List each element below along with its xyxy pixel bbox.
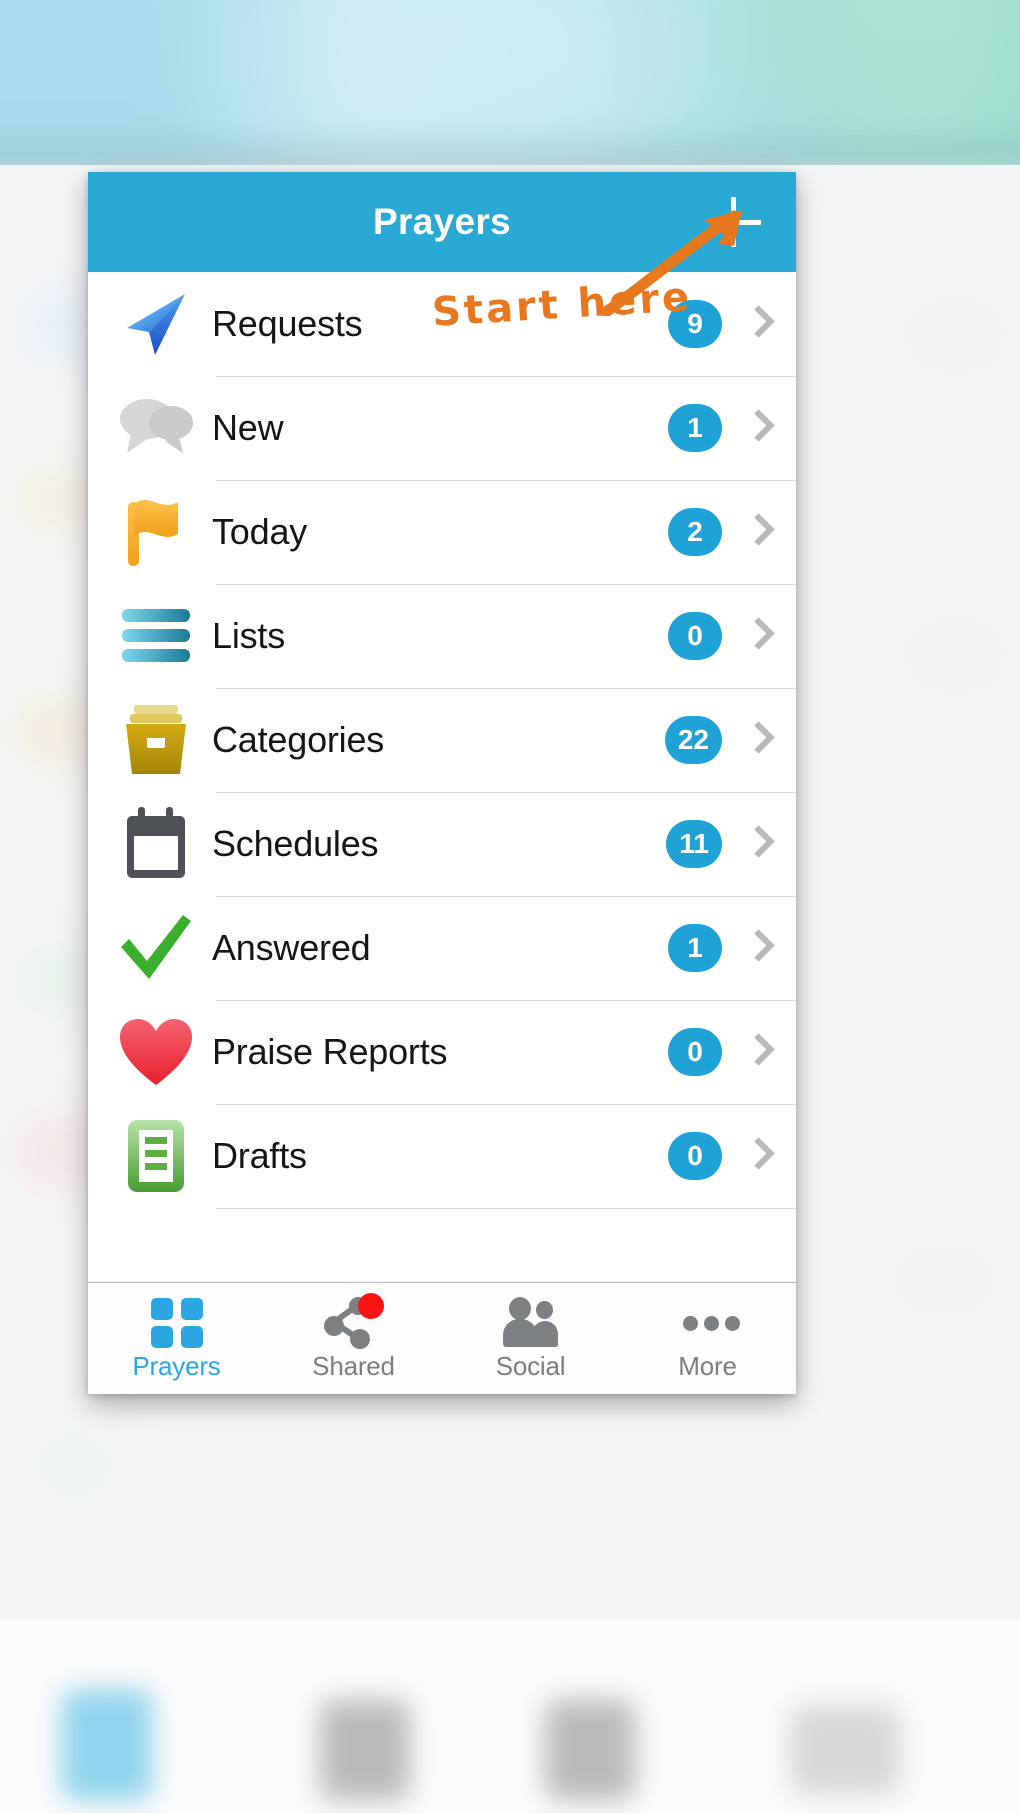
chevron-right-icon bbox=[744, 719, 770, 761]
ellipsis-icon bbox=[672, 1295, 744, 1349]
chevron-right-icon bbox=[744, 511, 770, 553]
chevron-right-icon bbox=[744, 1135, 770, 1177]
backdrop-blob bbox=[40, 1430, 110, 1500]
list-item-today[interactable]: Today 2 bbox=[88, 480, 796, 584]
chevron-right-icon bbox=[744, 823, 770, 865]
backdrop-tab-icon bbox=[62, 1690, 152, 1800]
status-badge: 1 bbox=[668, 404, 722, 452]
list-item-label: Today bbox=[212, 511, 308, 552]
people-icon bbox=[495, 1295, 567, 1349]
list-bottom-spacer bbox=[88, 1208, 796, 1282]
list-item-new[interactable]: New 1 bbox=[88, 376, 796, 480]
list-item-categories[interactable]: Categories 22 bbox=[88, 688, 796, 792]
tab-shared[interactable]: Shared bbox=[265, 1283, 442, 1394]
check-mark-icon bbox=[106, 908, 206, 988]
status-badge: 0 bbox=[668, 1028, 722, 1076]
list-item-label: Answered bbox=[212, 927, 371, 968]
notepad-icon bbox=[106, 1116, 206, 1196]
page-title: Prayers bbox=[373, 201, 511, 242]
backdrop-blob bbox=[18, 470, 98, 530]
grid-icon bbox=[141, 1295, 213, 1349]
list-item-label: Schedules bbox=[212, 823, 379, 864]
backdrop-blob bbox=[18, 1120, 98, 1182]
tab-more[interactable]: More bbox=[619, 1283, 796, 1394]
backdrop-tab-icon bbox=[790, 1705, 900, 1795]
shared-notification-badge bbox=[357, 1293, 384, 1319]
chevron-right-icon bbox=[744, 1031, 770, 1073]
prayers-list: Requests 9 New 1 Today 2 Lists 0 Categor… bbox=[88, 272, 796, 1282]
list-item-label: Lists bbox=[212, 615, 286, 656]
bottom-tab-bar: Prayers Shared Social More bbox=[88, 1282, 796, 1394]
backdrop-tab-icon bbox=[320, 1700, 410, 1800]
list-bars-icon bbox=[106, 596, 206, 676]
file-box-icon bbox=[106, 700, 206, 780]
chevron-right-icon bbox=[744, 407, 770, 449]
screenshot-root: Prayers Requests 9 New 1 Today 2 Lists 0… bbox=[0, 0, 1020, 1813]
backdrop-blob bbox=[900, 620, 1010, 690]
tab-prayers[interactable]: Prayers bbox=[88, 1283, 265, 1394]
chevron-right-icon bbox=[744, 615, 770, 657]
list-item-label: Drafts bbox=[212, 1135, 307, 1176]
tab-label: Prayers bbox=[132, 1351, 221, 1381]
list-item-schedules[interactable]: Schedules 11 bbox=[88, 792, 796, 896]
calendar-icon bbox=[106, 804, 206, 884]
flag-icon bbox=[106, 492, 206, 572]
status-badge: 0 bbox=[668, 612, 722, 660]
list-item-answered[interactable]: Answered 1 bbox=[88, 896, 796, 1000]
status-badge: 1 bbox=[668, 924, 722, 972]
paper-plane-icon bbox=[106, 284, 206, 364]
backdrop-blob bbox=[16, 700, 98, 762]
heart-icon bbox=[106, 1012, 206, 1092]
plus-icon[interactable] bbox=[708, 194, 764, 250]
list-item-label: Praise Reports bbox=[212, 1031, 448, 1072]
status-badge: 22 bbox=[664, 716, 722, 764]
list-item-praise-reports[interactable]: Praise Reports 0 bbox=[88, 1000, 796, 1104]
navigation-bar: Prayers bbox=[88, 172, 796, 272]
status-badge: 11 bbox=[666, 820, 722, 868]
status-badge: 2 bbox=[668, 508, 722, 556]
list-item-lists[interactable]: Lists 0 bbox=[88, 584, 796, 688]
list-item-drafts[interactable]: Drafts 0 bbox=[88, 1104, 796, 1208]
backdrop-top-blur bbox=[0, 0, 1020, 170]
chevron-right-icon bbox=[744, 303, 770, 345]
speech-bubbles-icon bbox=[106, 388, 206, 468]
tab-label: More bbox=[678, 1351, 737, 1381]
list-item-label: New bbox=[212, 407, 284, 448]
chevron-right-icon bbox=[744, 927, 770, 969]
backdrop-blob bbox=[880, 1240, 1010, 1320]
app-card: Prayers Requests 9 New 1 Today 2 Lists 0… bbox=[88, 172, 796, 1394]
share-icon bbox=[318, 1293, 390, 1349]
list-item-label: Categories bbox=[212, 719, 385, 760]
status-badge: 0 bbox=[668, 1132, 722, 1180]
tab-social[interactable]: Social bbox=[442, 1283, 619, 1394]
backdrop-blob bbox=[900, 300, 1010, 370]
tab-label: Shared bbox=[312, 1351, 395, 1381]
backdrop-tab-icon bbox=[545, 1700, 635, 1800]
tab-label: Social bbox=[495, 1351, 566, 1381]
